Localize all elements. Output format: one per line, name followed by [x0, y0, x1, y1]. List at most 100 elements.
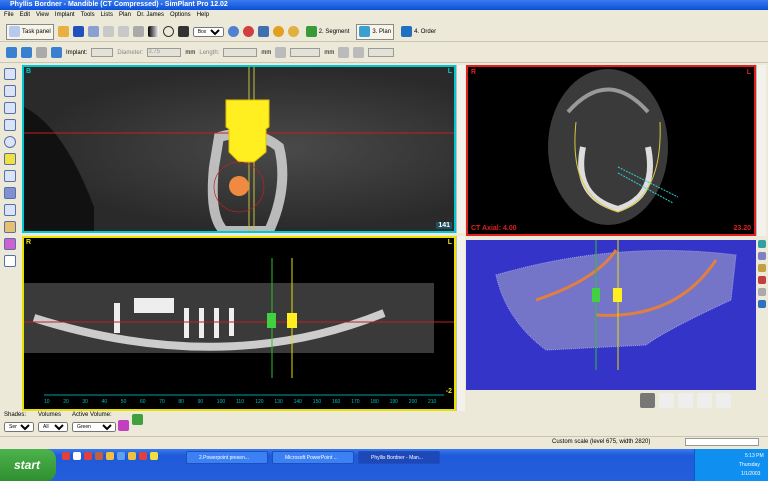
- angle-field[interactable]: [368, 48, 395, 57]
- rectangle-icon[interactable]: [4, 119, 16, 131]
- menu-item[interactable]: Implant: [55, 10, 75, 20]
- rotate-icon[interactable]: [162, 26, 174, 37]
- menu-item[interactable]: Plan: [119, 10, 131, 20]
- add-implant-icon[interactable]: [6, 47, 17, 58]
- pan-icon[interactable]: [177, 26, 189, 37]
- active-volume-select[interactable]: Green: [72, 422, 116, 432]
- axial-scrollbar[interactable]: [756, 65, 766, 236]
- reset-view-icon[interactable]: [758, 288, 766, 296]
- abutment-icon[interactable]: [21, 47, 32, 58]
- copy-icon[interactable]: [132, 26, 144, 37]
- fit-icon[interactable]: [257, 26, 269, 37]
- anchor-pin-icon[interactable]: [51, 47, 62, 58]
- plan-icon: [359, 26, 371, 37]
- tooth-icon[interactable]: [4, 255, 16, 267]
- volume-color-icon[interactable]: [118, 420, 129, 431]
- quick-launch-icon[interactable]: [73, 452, 81, 460]
- select-tool-icon[interactable]: [4, 68, 16, 80]
- ruler-tick-label: 80: [178, 399, 184, 405]
- volumes-select[interactable]: All: [38, 422, 68, 432]
- circle-icon[interactable]: [4, 136, 16, 148]
- task-panel-button[interactable]: Task panel: [6, 23, 54, 40]
- axial-caption: CT Axial: 4.00: [471, 225, 517, 232]
- jaw-side-icon[interactable]: [678, 393, 693, 408]
- menu-item[interactable]: Tools: [81, 10, 95, 20]
- ruler-tick-label: 60: [140, 399, 146, 405]
- implant-field[interactable]: [91, 48, 114, 57]
- offset-icon[interactable]: [275, 47, 287, 58]
- quick-launch-icon[interactable]: [139, 452, 147, 460]
- taskbar-item[interactable]: Microsoft PowerPoint ...: [272, 451, 354, 464]
- menu-item[interactable]: File: [4, 10, 14, 20]
- quick-launch-icon[interactable]: [128, 452, 136, 460]
- quick-launch-icon[interactable]: [150, 452, 158, 460]
- palette-icon[interactable]: [758, 264, 766, 272]
- axial-view[interactable]: R L CT Axial: 4.00 23.20: [466, 65, 756, 236]
- order-button[interactable]: 4. Order: [398, 24, 439, 40]
- rotate-implant-icon[interactable]: [353, 47, 365, 58]
- nerve-icon[interactable]: [4, 204, 16, 216]
- view-icon[interactable]: [758, 252, 766, 260]
- panoramic-scrollbar[interactable]: [456, 236, 465, 411]
- title-bar: Phyllis Bordner - Mandible (CT Compresse…: [0, 0, 768, 10]
- ruler-tick-label: 150: [312, 399, 322, 405]
- ruler-tick-label: 200: [408, 399, 418, 405]
- screw-icon[interactable]: [36, 47, 47, 58]
- profile-icon[interactable]: [4, 170, 16, 182]
- angle-measure-icon[interactable]: [4, 102, 16, 114]
- export-icon[interactable]: [758, 300, 766, 308]
- info-icon[interactable]: [272, 26, 284, 37]
- quick-launch-icon[interactable]: [84, 452, 92, 460]
- segment-button[interactable]: 2. Segment: [303, 24, 353, 40]
- open-icon[interactable]: [57, 26, 69, 37]
- print-icon[interactable]: [87, 26, 99, 37]
- contrast-icon[interactable]: [147, 26, 159, 37]
- taskbar-item[interactable]: 2.Powerpoint presen...: [186, 451, 268, 464]
- layer-icon[interactable]: [758, 240, 766, 248]
- menu-item[interactable]: Edit: [20, 10, 30, 20]
- head-icon[interactable]: [640, 393, 655, 408]
- quick-launch-icon[interactable]: [106, 452, 114, 460]
- length-field[interactable]: [223, 48, 258, 57]
- hand-icon[interactable]: [4, 221, 16, 233]
- 3d-view[interactable]: [466, 240, 756, 390]
- tilt-icon[interactable]: [338, 47, 350, 58]
- panoramic-view[interactable]: R L -2 10 20 30 40 50 60 70 80 90 100 110 120 130 140…: [22, 236, 456, 411]
- orientation-icon[interactable]: [4, 238, 16, 250]
- menu-item[interactable]: Lists: [101, 10, 113, 20]
- menu-item[interactable]: View: [36, 10, 49, 20]
- quick-launch-icon[interactable]: [95, 452, 103, 460]
- menu-item[interactable]: Help: [197, 10, 209, 20]
- offset-field[interactable]: [290, 48, 321, 57]
- zoom-mode-select[interactable]: Box: [192, 26, 224, 37]
- jaw-front-icon[interactable]: [659, 393, 674, 408]
- taskbar-item-active[interactable]: Phyllis Bordner - Man...: [358, 451, 440, 464]
- volume-icon[interactable]: [4, 187, 16, 199]
- redo-icon[interactable]: [117, 26, 129, 37]
- ruler-tick-label: 30: [82, 399, 88, 405]
- plan-button[interactable]: 3. Plan: [356, 23, 395, 40]
- zoom-reset-icon[interactable]: [242, 26, 254, 37]
- line-measure-icon[interactable]: [4, 85, 16, 97]
- diameter-field[interactable]: 3.75: [147, 48, 182, 57]
- menu-item[interactable]: Dr. James: [137, 10, 164, 20]
- globe-icon[interactable]: [287, 26, 299, 37]
- quick-launch-icon[interactable]: [117, 452, 125, 460]
- quick-launch-icon[interactable]: [62, 452, 70, 460]
- ruler-tick-label: 100: [216, 399, 226, 405]
- cross-section-view[interactable]: B L 141: [22, 65, 456, 233]
- zoom-icon[interactable]: [227, 26, 239, 37]
- annotation-icon[interactable]: [4, 153, 16, 165]
- start-button[interactable]: start: [0, 449, 56, 481]
- cross-section-scrollbar[interactable]: [456, 65, 465, 233]
- undo-icon[interactable]: [102, 26, 114, 37]
- menu-item[interactable]: Options: [170, 10, 191, 20]
- menu-bar: File Edit View Implant Tools Lists Plan Dr. Jam…: [0, 10, 768, 20]
- volume-settings-icon[interactable]: [132, 414, 143, 425]
- curve-icon[interactable]: [697, 393, 712, 408]
- segment-icon: [305, 26, 317, 37]
- shades-select[interactable]: Semi: [4, 422, 34, 432]
- slope-icon[interactable]: [716, 393, 731, 408]
- save-icon[interactable]: [72, 26, 84, 37]
- clip-icon[interactable]: [758, 276, 766, 284]
